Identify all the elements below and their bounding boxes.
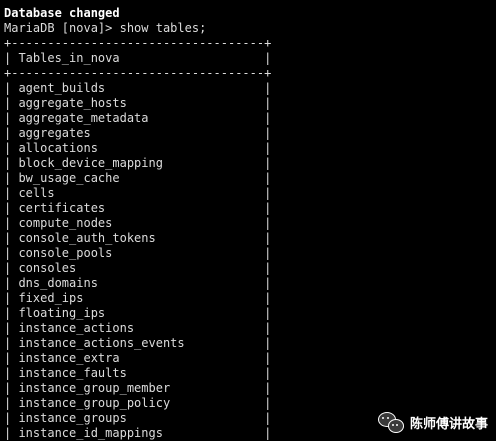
table-header: | Tables_in_nova |: [4, 51, 272, 65]
table-row: | certificates |: [4, 201, 272, 215]
table-row: | block_device_mapping |: [4, 156, 272, 170]
table-row: | instance_group_policy |: [4, 396, 272, 410]
table-row: | bw_usage_cache |: [4, 171, 272, 185]
table-row: | instance_actions_events |: [4, 336, 272, 350]
table-row: | agent_builds |: [4, 81, 272, 95]
table-row: | fixed_ips |: [4, 291, 272, 305]
table-row: | aggregate_metadata |: [4, 111, 272, 125]
watermark-text: 陈师傅讲故事: [409, 416, 488, 432]
table-row: | floating_ips |: [4, 306, 272, 320]
table-border-top: +-----------------------------------+: [4, 36, 272, 50]
table-row: | allocations |: [4, 141, 272, 155]
table-row: | dns_domains |: [4, 276, 272, 290]
table-row: | consoles |: [4, 261, 272, 275]
table-row: | console_auth_tokens |: [4, 231, 272, 245]
table-row: | console_pools |: [4, 246, 272, 260]
table-border-mid: +-----------------------------------+: [4, 66, 272, 80]
table-row: | instance_faults |: [4, 366, 272, 380]
table-row: | instance_group_member |: [4, 381, 272, 395]
table-row: | compute_nodes |: [4, 216, 272, 230]
table-row: | cells |: [4, 186, 272, 200]
terminal-window[interactable]: Database changed MariaDB [nova]> show ta…: [0, 0, 496, 441]
table-row: | instance_actions |: [4, 321, 272, 335]
command-prompt: MariaDB [nova]> show tables;: [4, 21, 207, 35]
watermark: 陈师傅讲故事: [377, 411, 488, 433]
table-row: | aggregate_hosts |: [4, 96, 272, 110]
status-line: Database changed: [4, 6, 120, 20]
table-row: | aggregates |: [4, 126, 272, 140]
wechat-icon: [377, 411, 404, 433]
table-row: | instance_extra |: [4, 351, 272, 365]
